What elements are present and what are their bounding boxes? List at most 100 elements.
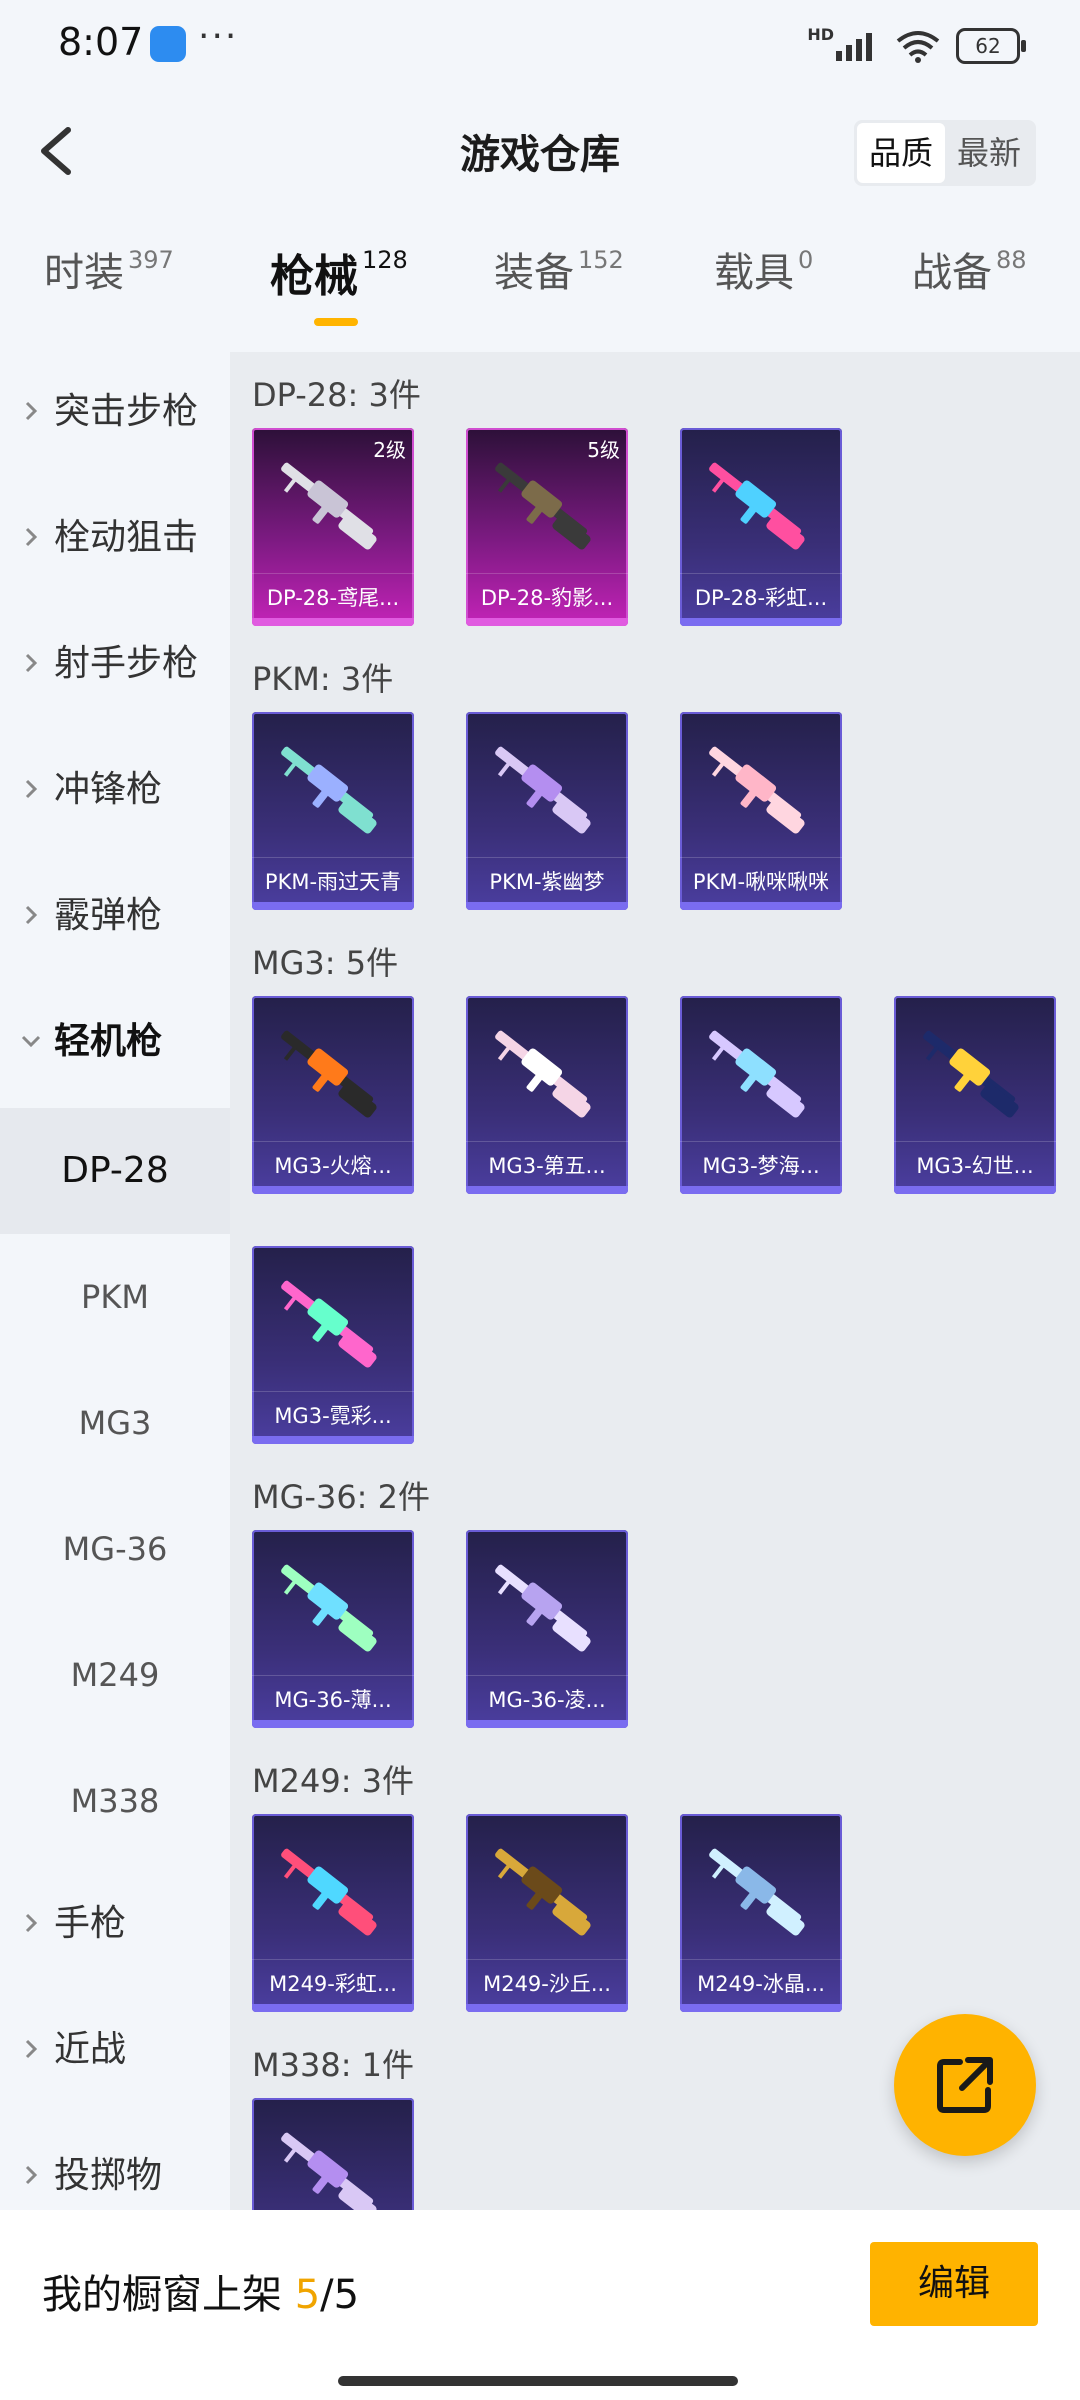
sidebar-category-pistol[interactable]: 手枪	[0, 1864, 230, 1990]
showcase-bar: 我的橱窗上架 5/5 编辑	[0, 2210, 1080, 2400]
sidebar-category-label: 手枪	[54, 1903, 127, 1944]
rarity-bar	[466, 1186, 628, 1194]
sort-quality-option[interactable]: 品质	[856, 123, 945, 183]
weapon-skin-card[interactable]: MG3-幻世...	[894, 996, 1056, 1194]
weapon-skin-card[interactable]: M249-冰晶...	[680, 1814, 842, 2012]
showcase-status: 我的橱窗上架 5/5	[42, 2262, 359, 2320]
weapon-skin-card[interactable]: PKM-雨过天青	[252, 712, 414, 910]
tab-vehicles[interactable]: 载具 0	[714, 240, 813, 340]
tab-label: 战备	[912, 250, 992, 296]
skin-name: MG3-幻世...	[916, 1154, 1034, 1178]
sidebar-subitem-dp28[interactable]: DP-28	[0, 1108, 230, 1234]
chevron-right-icon	[25, 2165, 38, 2185]
sidebar-category-marksman-rifle[interactable]: 射手步枪	[0, 604, 230, 730]
rarity-bar	[252, 618, 414, 626]
sidebar-subitem-label: M338	[70, 1782, 160, 1820]
signal-icon	[836, 33, 872, 61]
rarity-bar	[680, 1186, 842, 1194]
skin-name: MG3-梦海...	[702, 1154, 820, 1178]
machine-gun-icon	[709, 1848, 805, 1936]
hd-label: HD	[807, 24, 834, 44]
tab-count: 0	[798, 246, 814, 274]
sidebar-subitem-label: PKM	[81, 1278, 149, 1316]
sidebar-subitem-m338[interactable]: M338	[0, 1738, 230, 1864]
sidebar-subitem-m249[interactable]: M249	[0, 1612, 230, 1738]
edit-button[interactable]: 编辑	[870, 2242, 1038, 2326]
sidebar-category-label: 射手步枪	[54, 643, 199, 684]
skin-name: MG3-霓彩...	[274, 1404, 392, 1428]
card-divider	[680, 857, 842, 858]
status-icons: HD 62	[807, 24, 1026, 68]
sidebar-category-bolt-sniper[interactable]: 栓动狙击	[0, 478, 230, 604]
tab-label: 枪械	[270, 251, 358, 302]
share-button[interactable]	[894, 2014, 1036, 2156]
chevron-right-icon	[25, 2039, 38, 2059]
chevron-right-icon	[25, 401, 38, 421]
machine-gun-icon	[281, 1564, 377, 1652]
rarity-bar	[680, 2004, 842, 2012]
skin-name: M249-沙丘...	[483, 1972, 611, 1996]
weapon-skin-card[interactable]	[252, 2098, 414, 2210]
weapon-skin-card[interactable]: MG-36-薄...	[252, 1530, 414, 1728]
sidebar-subitem-mg3[interactable]: MG3	[0, 1360, 230, 1486]
weapon-category-sidebar: 突击步枪 栓动狙击 射手步枪 冲锋枪 霰弹枪 轻机枪 DP-28 PKM MG3…	[0, 352, 230, 2210]
weapon-skin-card[interactable]: M249-沙丘...	[466, 1814, 628, 2012]
card-divider	[466, 1141, 628, 1142]
weapon-skin-card[interactable]: 2级 DP-28-鸢尾...	[252, 428, 414, 626]
rarity-bar	[466, 902, 628, 910]
machine-gun-icon	[495, 1564, 591, 1652]
tab-firearms[interactable]: 枪械 128	[270, 240, 408, 340]
skin-name: DP-28-彩虹...	[694, 586, 828, 610]
sort-toggle[interactable]: 品质 最新	[853, 120, 1036, 186]
showcase-current-count: 5	[294, 2272, 321, 2318]
card-divider	[466, 1675, 628, 1676]
sidebar-category-smg[interactable]: 冲锋枪	[0, 730, 230, 856]
sort-newest-option[interactable]: 最新	[945, 123, 1033, 183]
chevron-right-icon	[25, 905, 38, 925]
weapon-skin-card[interactable]: PKM-啾咪啾咪	[680, 712, 842, 910]
sidebar-category-lmg[interactable]: 轻机枪	[0, 982, 230, 1108]
home-indicator	[338, 2376, 738, 2386]
group-header: M249: 3件	[252, 1762, 415, 1800]
machine-gun-icon	[495, 462, 591, 550]
weapon-skin-card[interactable]: DP-28-彩虹...	[680, 428, 842, 626]
sidebar-category-assault-rifle[interactable]: 突击步枪	[0, 352, 230, 478]
tab-equipment[interactable]: 装备 152	[494, 240, 624, 340]
weapon-skin-card[interactable]: PKM-紫幽梦	[466, 712, 628, 910]
skin-name: M249-彩虹...	[269, 1972, 397, 1996]
category-tabs: 时装 397 枪械 128 装备 152 载具 0 战备 88	[0, 240, 1080, 350]
rarity-bar	[466, 2004, 628, 2012]
card-divider	[466, 1959, 628, 1960]
group-header: DP-28: 3件	[252, 376, 421, 414]
card-divider	[252, 857, 414, 858]
chevron-right-icon	[25, 779, 38, 799]
weapon-skin-card[interactable]: MG3-梦海...	[680, 996, 842, 1194]
sidebar-category-label: 突击步枪	[54, 391, 199, 432]
tab-count: 152	[578, 246, 624, 274]
sidebar-category-melee[interactable]: 近战	[0, 1990, 230, 2116]
skin-name: MG3-火熔...	[274, 1154, 392, 1178]
machine-gun-icon	[495, 1848, 591, 1936]
weapon-skin-card[interactable]: MG3-第五...	[466, 996, 628, 1194]
tab-combat-gear[interactable]: 战备 88	[912, 240, 1027, 340]
weapon-skin-card[interactable]: MG3-霓彩...	[252, 1246, 414, 1444]
weapon-skin-card[interactable]: MG3-火熔...	[252, 996, 414, 1194]
machine-gun-icon	[709, 462, 805, 550]
card-divider	[252, 1675, 414, 1676]
sidebar-category-label: 冲锋枪	[54, 769, 163, 810]
weapon-skin-card[interactable]: M249-彩虹...	[252, 1814, 414, 2012]
sidebar-category-shotgun[interactable]: 霰弹枪	[0, 856, 230, 982]
skin-name: PKM-雨过天青	[264, 870, 402, 894]
sidebar-subitem-pkm[interactable]: PKM	[0, 1234, 230, 1360]
sidebar-subitem-mg36[interactable]: MG-36	[0, 1486, 230, 1612]
weapon-skin-card[interactable]: MG-36-凌...	[466, 1530, 628, 1728]
weapon-skin-card[interactable]: 5级 DP-28-豹影...	[466, 428, 628, 626]
machine-gun-icon	[281, 1280, 377, 1368]
sidebar-subitem-label: DP-28	[61, 1150, 169, 1191]
sidebar-category-label: 轻机枪	[54, 1021, 163, 1062]
machine-gun-icon	[495, 1030, 591, 1118]
machine-gun-icon	[923, 1030, 1019, 1118]
tab-fashion[interactable]: 时装 397	[44, 240, 174, 340]
group-header: MG-36: 2件	[252, 1478, 430, 1516]
weapon-grid: DP-28: 3件 2级 DP-28-鸢尾... 5级 DP-28-豹影... DP-28…	[230, 352, 1080, 2210]
